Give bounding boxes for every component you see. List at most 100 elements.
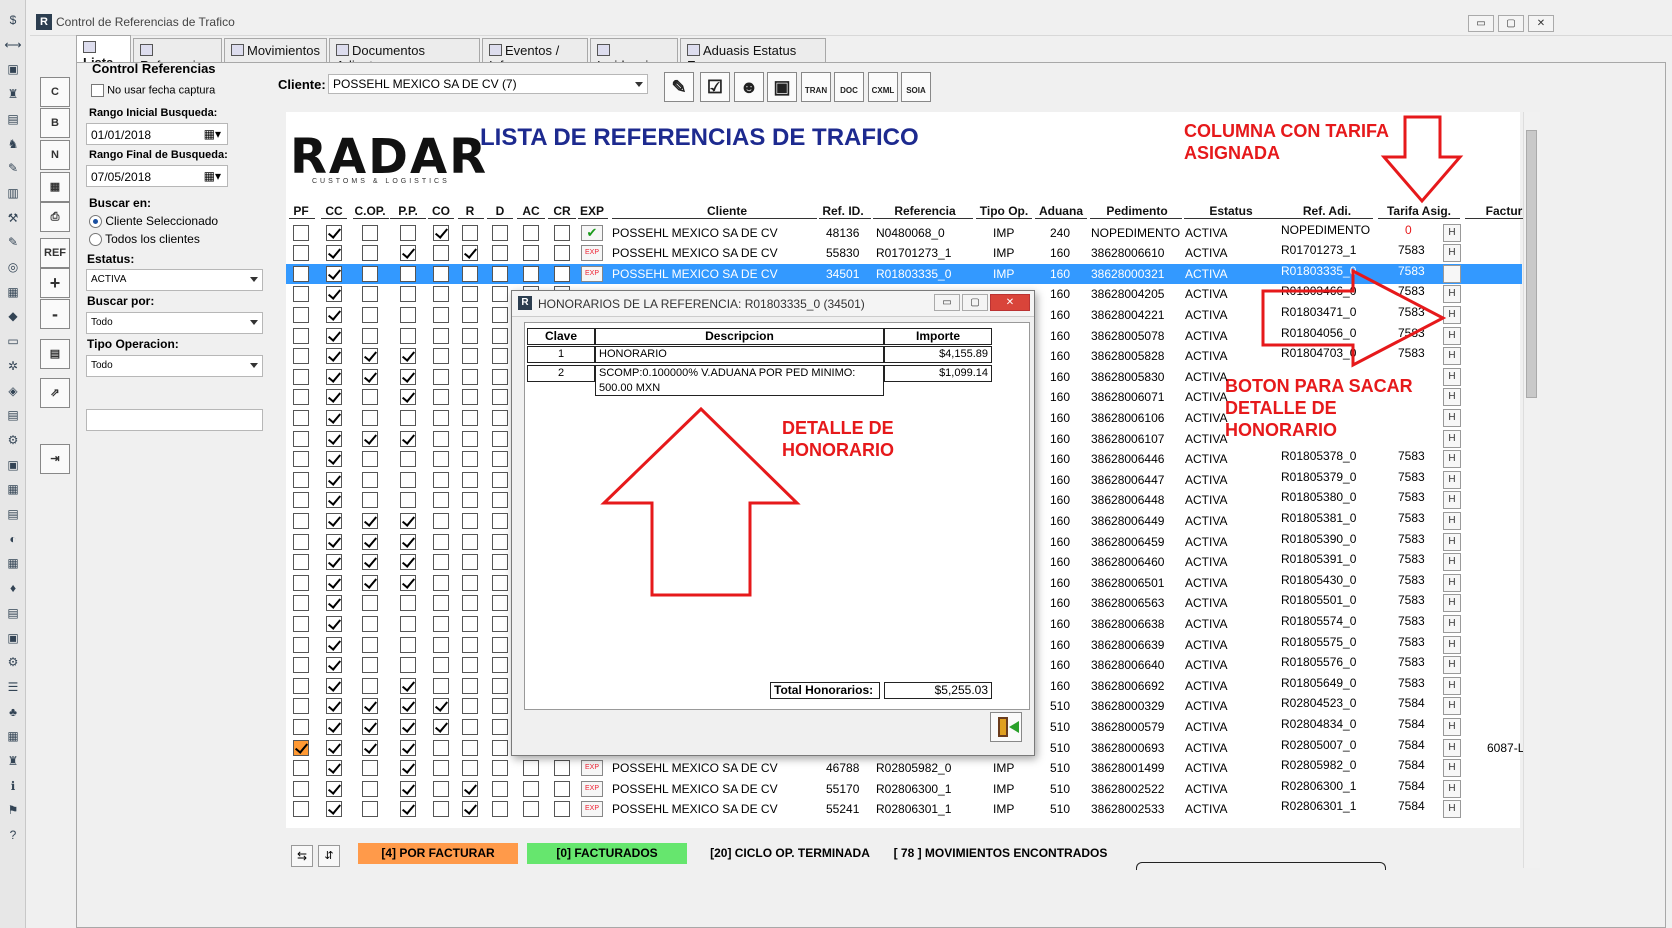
checkbox-pf[interactable] xyxy=(293,368,309,385)
checkbox-pf[interactable] xyxy=(293,224,309,241)
checkbox-r[interactable] xyxy=(462,760,478,777)
column-header[interactable]: CC xyxy=(322,204,346,218)
edit-button[interactable]: ⇗ xyxy=(40,378,70,408)
checkbox-d[interactable] xyxy=(492,636,508,653)
checkbox-pp[interactable] xyxy=(400,780,416,797)
h-detail-button[interactable]: H xyxy=(1443,779,1461,798)
checkbox-r[interactable] xyxy=(462,471,478,488)
h-detail-button[interactable]: H xyxy=(1443,738,1461,757)
list-button[interactable]: ▤ xyxy=(40,339,70,369)
checkbox-cc[interactable] xyxy=(326,718,342,735)
column-header[interactable]: Tipo Op. xyxy=(976,204,1032,218)
exp-button[interactable]: EXP xyxy=(581,780,603,797)
tab-referencia[interactable]: Referencia xyxy=(133,38,222,73)
doc-button[interactable]: DOC xyxy=(834,72,864,102)
table-row[interactable]: ✔ POSSEHL MEXICO SA DE CV 48136 N0480068_0 I… xyxy=(286,223,1522,244)
h-detail-button[interactable]: H xyxy=(1443,573,1461,592)
checkbox-pp[interactable] xyxy=(400,554,416,571)
checkbox-cc[interactable] xyxy=(326,327,342,344)
checkbox-cop[interactable] xyxy=(362,574,378,591)
checkbox-co[interactable] xyxy=(433,245,449,262)
checkbox-r[interactable] xyxy=(462,245,478,262)
checkbox-cc[interactable] xyxy=(326,389,342,406)
checkbox-cr[interactable] xyxy=(554,801,570,818)
checkbox-pp[interactable] xyxy=(400,451,416,468)
checkbox-d[interactable] xyxy=(492,451,508,468)
h-detail-button[interactable]: H xyxy=(1443,450,1461,469)
checkbox-cop[interactable] xyxy=(362,286,378,303)
checkbox-cc[interactable] xyxy=(326,512,342,529)
checkbox-cc[interactable] xyxy=(326,739,342,756)
checkbox-r[interactable] xyxy=(462,306,478,323)
checkbox-cop[interactable] xyxy=(362,698,378,715)
checkbox-cop[interactable] xyxy=(362,430,378,447)
checkbox-r[interactable] xyxy=(462,533,478,550)
checkbox-pp[interactable] xyxy=(400,636,416,653)
h-detail-button[interactable]: H xyxy=(1443,553,1461,572)
checkbox-pp[interactable] xyxy=(400,512,416,529)
checkbox-pp[interactable] xyxy=(400,801,416,818)
left-bar-icon[interactable]: ✎ xyxy=(4,160,22,176)
checkbox-cop[interactable] xyxy=(362,471,378,488)
close-button[interactable]: ✕ xyxy=(1528,15,1554,32)
checkbox-cop[interactable] xyxy=(362,492,378,509)
approve-button[interactable]: ☑ xyxy=(700,72,730,102)
cxml-button[interactable]: CXML xyxy=(868,72,898,102)
checkbox-d[interactable] xyxy=(492,327,508,344)
table-row[interactable]: EXP POSSEHL MEXICO SA DE CV 55830 R01701273… xyxy=(286,243,1522,264)
h-detail-button[interactable]: H xyxy=(1443,429,1461,448)
checkbox-pf[interactable] xyxy=(293,471,309,488)
h-detail-button[interactable]: H xyxy=(1443,388,1461,407)
checkbox-pf[interactable] xyxy=(293,389,309,406)
h-detail-button[interactable]: H xyxy=(1443,656,1461,675)
checkbox-cr[interactable] xyxy=(554,780,570,797)
checkbox-cop[interactable] xyxy=(362,677,378,694)
minimize-button[interactable]: ▭ xyxy=(1468,15,1494,32)
checkbox-cop[interactable] xyxy=(362,265,378,282)
calc-button[interactable]: ▦ xyxy=(40,172,70,202)
checkbox-cop[interactable] xyxy=(362,533,378,550)
checkbox-r[interactable] xyxy=(462,554,478,571)
left-bar-icon[interactable]: ▣ xyxy=(4,457,22,473)
left-bar-icon[interactable]: ◆ xyxy=(4,308,22,324)
checkbox-cr[interactable] xyxy=(554,760,570,777)
checkbox-co[interactable] xyxy=(433,595,449,612)
tipo-op-select[interactable]: Todo xyxy=(86,355,263,377)
column-header[interactable]: D xyxy=(490,204,510,218)
checkbox-pp[interactable] xyxy=(400,471,416,488)
checkbox-cc[interactable] xyxy=(326,245,342,262)
checkbox-cc[interactable] xyxy=(326,780,342,797)
checkbox-cc[interactable] xyxy=(326,574,342,591)
checkbox-cop[interactable] xyxy=(362,451,378,468)
checkbox-cr[interactable] xyxy=(554,265,570,282)
checkbox-co[interactable] xyxy=(433,760,449,777)
column-header[interactable]: EXP xyxy=(578,204,606,218)
checkbox-pp[interactable] xyxy=(400,327,416,344)
checkbox-pp[interactable] xyxy=(400,306,416,323)
checkbox-ac[interactable] xyxy=(523,801,539,818)
checkbox-cop[interactable] xyxy=(362,348,378,365)
checkbox-cop[interactable] xyxy=(362,306,378,323)
checkbox-co[interactable] xyxy=(433,368,449,385)
checkbox-cop[interactable] xyxy=(362,595,378,612)
checkbox-cc[interactable] xyxy=(326,451,342,468)
left-bar-icon[interactable]: ▣ xyxy=(4,630,22,646)
check-icon[interactable]: ✔ xyxy=(581,224,603,241)
checkbox-co[interactable] xyxy=(433,574,449,591)
left-bar-icon[interactable]: ▦ xyxy=(4,728,22,744)
checkbox-co[interactable] xyxy=(433,533,449,550)
checkbox-co[interactable] xyxy=(433,677,449,694)
checkbox-co[interactable] xyxy=(433,512,449,529)
checkbox-pf[interactable] xyxy=(293,760,309,777)
checkbox-cc[interactable] xyxy=(326,368,342,385)
h-detail-button[interactable]: H xyxy=(1443,697,1461,716)
h-detail-button[interactable]: H xyxy=(1443,759,1461,778)
checkbox-cc[interactable] xyxy=(326,595,342,612)
rango-inicial-date[interactable]: 01/01/2018 ▦▾ xyxy=(86,123,228,145)
checkbox-pf[interactable] xyxy=(293,780,309,797)
left-bar-icon[interactable]: ▭ xyxy=(4,333,22,349)
no-usar-fecha-checkbox[interactable] xyxy=(91,84,104,97)
checkbox-d[interactable] xyxy=(492,801,508,818)
checkbox-pp[interactable] xyxy=(400,224,416,241)
h-detail-button[interactable]: H xyxy=(1443,223,1461,242)
